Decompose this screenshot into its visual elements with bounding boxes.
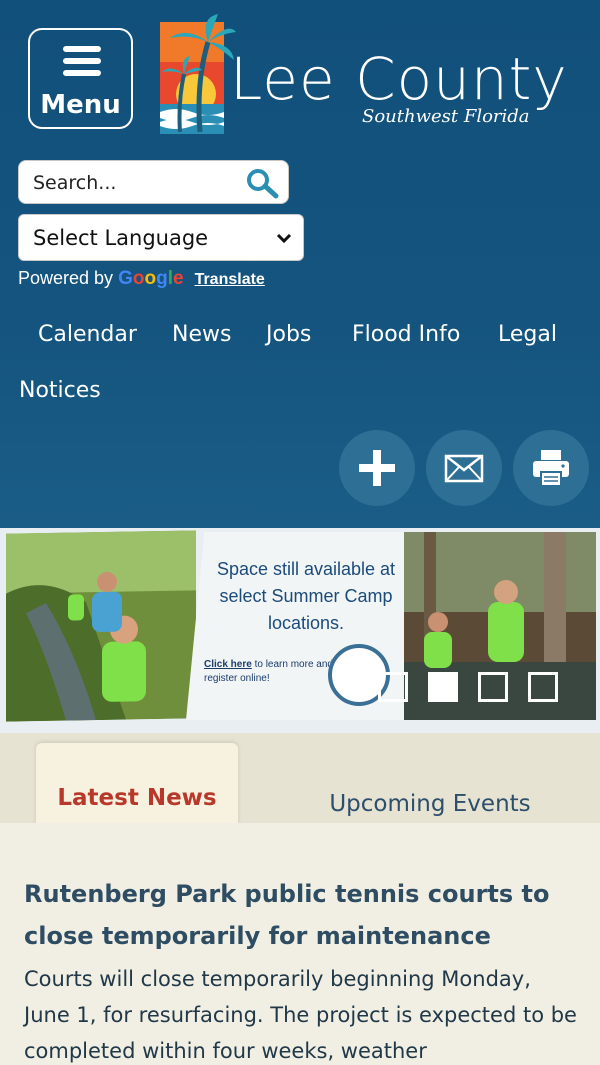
nav-notices[interactable]: Notices <box>19 378 101 403</box>
news-content: Rutenberg Park public tennis courts to c… <box>0 823 600 1065</box>
banner-cta-link[interactable]: Click here <box>204 659 252 670</box>
banner-caption: Space still available at select Summer C… <box>216 559 396 633</box>
banner-cta: Click here to learn more and register on… <box>204 658 334 686</box>
menu-button[interactable]: Menu <box>28 28 133 129</box>
print-icon <box>533 450 569 487</box>
mail-icon <box>444 454 484 483</box>
tab-strip: Latest News Upcoming Events <box>0 733 600 825</box>
nav-flood-info[interactable]: Flood Info <box>352 322 460 347</box>
palm-tree-logo-icon[interactable] <box>156 12 238 136</box>
chevron-down-icon <box>276 233 292 244</box>
translate-link[interactable]: Translate <box>195 271 265 288</box>
search-icon[interactable] <box>244 167 280 199</box>
news-headline-link[interactable]: Rutenberg Park public tennis courts to c… <box>24 873 584 957</box>
site-subtitle: Southwest Florida <box>362 106 530 127</box>
search-input[interactable] <box>33 169 233 197</box>
email-button[interactable] <box>426 430 502 506</box>
tab-upcoming-events[interactable]: Upcoming Events <box>300 791 560 817</box>
search-box <box>18 160 289 204</box>
nav-news[interactable]: News <box>172 322 231 347</box>
share-plus-button[interactable] <box>339 430 415 506</box>
news-events-section: Latest News Upcoming Events Rutenberg Pa… <box>0 733 600 1065</box>
menu-label: Menu <box>40 90 121 120</box>
camp-kids-photo-left <box>6 530 196 722</box>
google-letter-g2: g <box>156 268 168 289</box>
nav-jobs[interactable]: Jobs <box>266 322 311 347</box>
google-logo: Google <box>118 268 184 289</box>
google-letter-o2: o <box>144 268 157 289</box>
news-summary: Courts will close temporarily beginning … <box>24 967 577 1063</box>
slide-dot-3[interactable] <box>478 672 508 702</box>
powered-by-google: Powered by Google Translate <box>18 268 265 290</box>
site-title[interactable]: Lee County <box>230 50 568 108</box>
nav-calendar[interactable]: Calendar <box>38 322 137 347</box>
google-letter-e: e <box>172 268 184 289</box>
print-button[interactable] <box>513 430 589 506</box>
nav-legal[interactable]: Legal <box>498 322 557 347</box>
google-letter-o1: o <box>132 268 145 289</box>
tab-latest-news[interactable]: Latest News <box>36 743 238 825</box>
slide-dot-4[interactable] <box>528 672 558 702</box>
language-select-value: Select Language <box>33 226 209 250</box>
google-letter-g: G <box>118 268 133 289</box>
slide-dot-2[interactable] <box>428 672 458 702</box>
tab-latest-news-label: Latest News <box>57 785 217 811</box>
site-header: Menu Lee County Southwest Florida Select… <box>0 0 600 528</box>
plus-icon <box>359 450 395 486</box>
hamburger-icon <box>63 46 101 82</box>
powered-by-label: Powered by <box>18 268 114 288</box>
language-select[interactable]: Select Language <box>18 214 304 261</box>
slide-dot-1[interactable] <box>378 672 408 702</box>
summer-camp-banner[interactable]: Space still available at select Summer C… <box>0 528 600 733</box>
